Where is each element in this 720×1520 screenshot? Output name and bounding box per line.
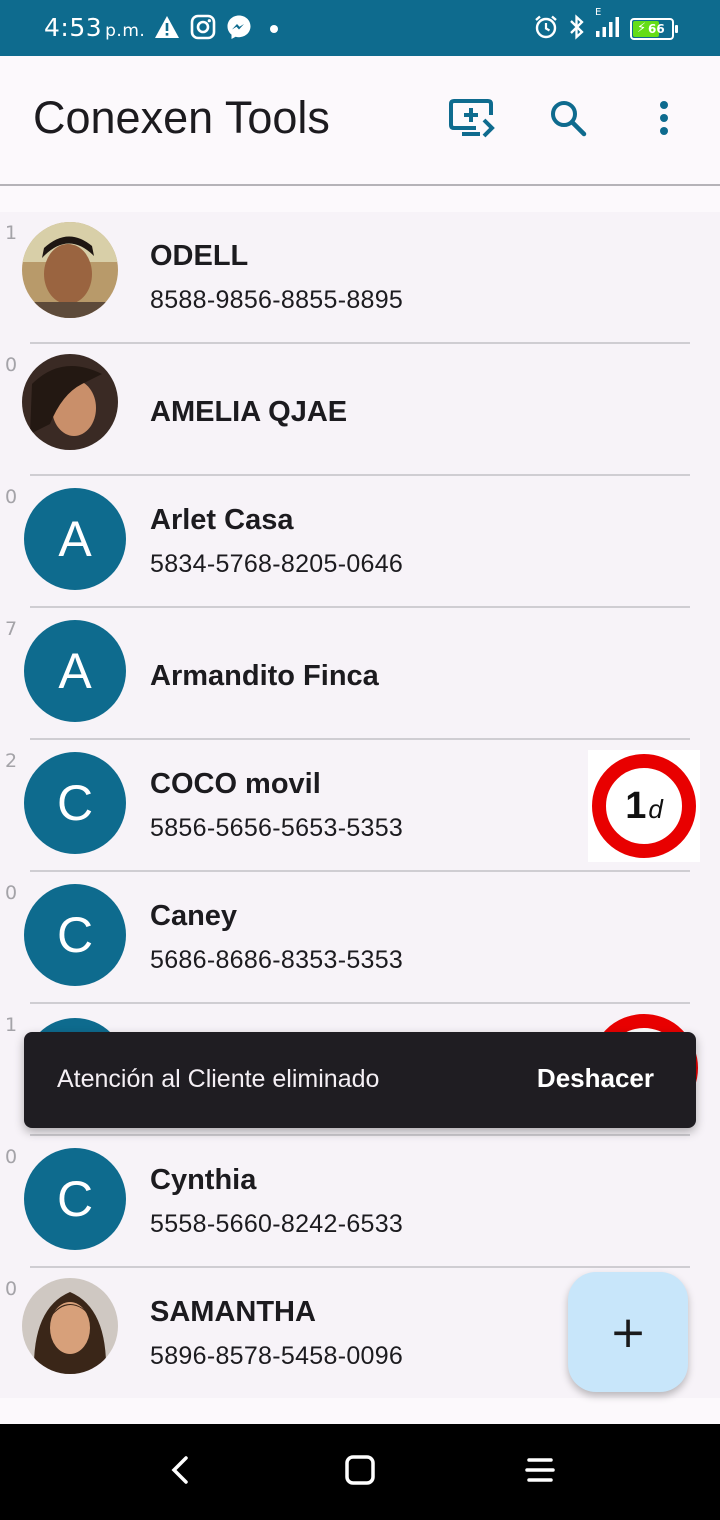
list-item[interactable]: 0 C Cynthia 5558-5660-8242-6533: [0, 1136, 720, 1268]
contact-phone: 5834-5768-8205-0646: [150, 550, 404, 578]
item-count: 7: [5, 618, 18, 640]
undo-button[interactable]: Deshacer: [537, 1063, 654, 1094]
avatar: [22, 1278, 118, 1374]
avatar: A: [24, 488, 126, 590]
instagram-icon: [190, 14, 216, 44]
contact-name: AMELIA QJAE: [150, 396, 348, 428]
list-item[interactable]: 0 C Caney 5686-8686-8353-5353: [0, 872, 720, 1004]
contact-phone: 8588-9856-8855-8895: [150, 286, 404, 314]
contact-name: ODELL: [150, 240, 249, 272]
list-item[interactable]: 1 ODELL 8588-9856-8855-8895: [0, 212, 720, 344]
menu-icon: [525, 1455, 555, 1489]
snackbar: Atención al Cliente eliminado Deshacer: [24, 1032, 696, 1128]
contact-list[interactable]: 1 ODELL 8588-9856-8855-8895 0 AMELIA QJA…: [0, 212, 720, 1398]
add-contact-button[interactable]: +: [568, 1272, 688, 1392]
item-count: 0: [5, 354, 18, 376]
cast-button[interactable]: [448, 96, 496, 144]
item-count: 1: [5, 1014, 18, 1036]
badge-value: 1: [625, 785, 647, 827]
alarm-icon: [533, 14, 559, 44]
bluetooth-icon: [568, 14, 586, 44]
contact-name: Arlet Casa: [150, 504, 294, 536]
contact-phone: 5558-5660-8242-6533: [150, 1210, 404, 1238]
contact-phone: 5856-5656-5653-5353: [150, 814, 404, 842]
contact-name: Cynthia: [150, 1164, 257, 1196]
more-vert-icon: [658, 100, 670, 140]
days-badge: 1d: [588, 750, 700, 862]
snackbar-message: Atención al Cliente eliminado: [57, 1065, 380, 1093]
item-count: 0: [5, 882, 18, 904]
avatar: C: [24, 884, 126, 986]
app-bar: Conexen Tools: [0, 56, 720, 186]
avatar: [22, 354, 118, 450]
home-button[interactable]: [340, 1452, 380, 1492]
contact-phone: 5896-8578-5458-0096: [150, 1342, 404, 1370]
add-icon: +: [609, 1306, 647, 1358]
messenger-icon: [226, 14, 252, 44]
item-count: 0: [5, 1146, 18, 1168]
avatar: C: [24, 1148, 126, 1250]
avatar: C: [24, 752, 126, 854]
warning-icon: [154, 15, 180, 43]
list-item[interactable]: 0 AMELIA QJAE: [0, 344, 720, 476]
recents-button[interactable]: [520, 1452, 560, 1492]
avatar: A: [24, 620, 126, 722]
list-item[interactable]: 7 A Armandito Finca: [0, 608, 720, 740]
home-icon: [344, 1454, 376, 1490]
battery-icon: ⚡ 66: [630, 18, 678, 40]
signal-icon: E: [595, 7, 621, 43]
cast-icon: [448, 98, 496, 142]
contact-phone: 5686-8686-8353-5353: [150, 946, 404, 974]
list-item[interactable]: 0 A Arlet Casa 5834-5768-8205-0646: [0, 476, 720, 608]
back-button[interactable]: [160, 1452, 200, 1492]
item-count: 1: [5, 222, 18, 244]
contact-name: COCO movil: [150, 768, 321, 800]
contact-name: SAMANTHA: [150, 1296, 316, 1328]
contact-name: Caney: [150, 900, 238, 932]
status-bar: 4:53 p.m. E ⚡ 66: [0, 0, 720, 56]
search-icon: [548, 98, 588, 142]
item-count: 0: [5, 486, 18, 508]
badge-unit: d: [648, 794, 663, 824]
item-count: 0: [5, 1278, 18, 1300]
system-nav-bar: [0, 1424, 720, 1520]
back-icon: [170, 1455, 190, 1489]
contact-name: Armandito Finca: [150, 660, 379, 692]
app-title: Conexen Tools: [33, 92, 330, 143]
item-count: 2: [5, 750, 18, 772]
more-options-button[interactable]: [640, 96, 688, 144]
status-time: 4:53 p.m.: [44, 13, 146, 42]
notification-dot-icon: [270, 25, 278, 33]
avatar: [22, 222, 118, 318]
search-button[interactable]: [544, 96, 592, 144]
